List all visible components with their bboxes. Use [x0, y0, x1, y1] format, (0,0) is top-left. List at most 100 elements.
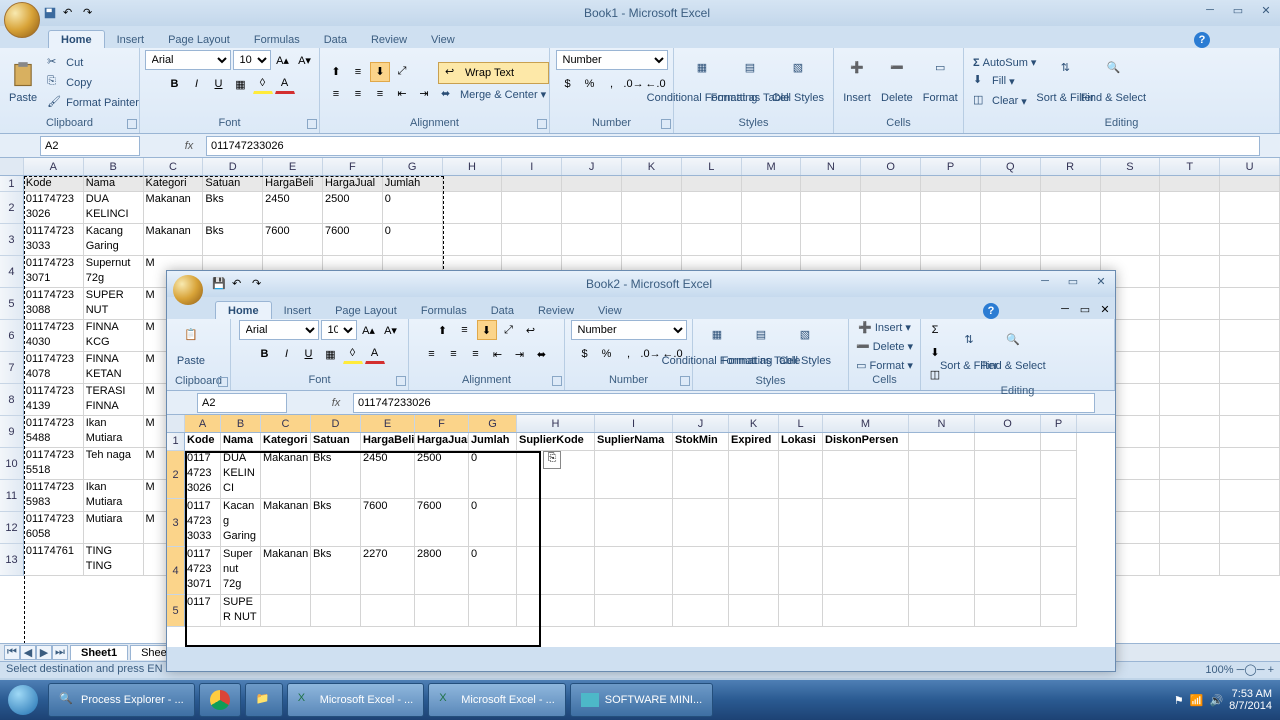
cell[interactable] [1160, 176, 1220, 192]
col-header[interactable]: O [861, 158, 921, 175]
fillcolor-2[interactable]: ◊ [343, 344, 363, 364]
tab-formulas-2[interactable]: Formulas [409, 302, 479, 319]
cell[interactable]: HargaBeli [361, 433, 415, 451]
cell[interactable]: 01174723 6058 [24, 512, 84, 544]
underline-2[interactable]: U [299, 344, 319, 364]
taskbar-item-excel-1[interactable]: XMicrosoft Excel - ... [287, 683, 425, 717]
maximize-button[interactable]: ▭ [1224, 4, 1252, 22]
clear-button[interactable]: ◫Clear ▾ [970, 92, 1039, 110]
cell[interactable]: Makanan [261, 499, 311, 547]
cell[interactable] [502, 176, 562, 192]
cell[interactable] [1101, 192, 1161, 224]
taskbar-item-chrome[interactable] [199, 683, 241, 717]
cell[interactable] [1220, 384, 1280, 416]
cell[interactable] [562, 224, 622, 256]
sheet-nav-next[interactable]: ▶ [36, 645, 52, 660]
tray-volume-icon[interactable]: 🔊 [1209, 694, 1223, 707]
shrink-font-icon[interactable]: A▾ [295, 50, 315, 70]
col-header[interactable]: C [144, 158, 204, 175]
cell[interactable] [921, 224, 981, 256]
cell[interactable]: 0117 4723 3026 [185, 451, 221, 499]
find-select-button[interactable]: 🔍Find & Select [1091, 51, 1135, 115]
tab-page-layout[interactable]: Page Layout [156, 31, 242, 48]
office-button-2[interactable] [173, 275, 203, 305]
row-header[interactable]: 5 [167, 595, 185, 627]
cell[interactable]: DiskonPersen [823, 433, 909, 451]
row-header[interactable]: 1 [0, 176, 24, 192]
font-dialog-launcher[interactable] [307, 119, 317, 129]
cell[interactable] [595, 547, 673, 595]
borders-2[interactable]: ▦ [321, 344, 341, 364]
cell[interactable] [921, 192, 981, 224]
col-header[interactable]: J [673, 415, 729, 432]
tab-review-2[interactable]: Review [526, 302, 586, 319]
qat-save-icon[interactable] [42, 5, 58, 21]
row-header[interactable]: 6 [0, 320, 24, 352]
cell[interactable]: SuplierNama [595, 433, 673, 451]
col-header[interactable]: M [823, 415, 909, 432]
help-icon[interactable]: ? [1194, 32, 1210, 48]
cell[interactable]: 2450 [263, 192, 323, 224]
cell[interactable] [909, 499, 975, 547]
col-header[interactable]: G [383, 158, 443, 175]
cell[interactable] [1041, 499, 1077, 547]
cell[interactable]: HargaJual [415, 433, 469, 451]
cut-button[interactable]: ✂Cut [44, 54, 142, 72]
cell[interactable] [909, 547, 975, 595]
cell[interactable]: FINNA KCG HIJAU [84, 320, 144, 352]
tray-network-icon[interactable]: 📶 [1190, 694, 1204, 707]
fill-color-button[interactable]: ◊ [253, 74, 273, 94]
row-header[interactable]: 9 [0, 416, 24, 448]
tab-formulas[interactable]: Formulas [242, 31, 312, 48]
cell[interactable] [779, 595, 823, 627]
font-name-select-2[interactable]: Arial [239, 320, 319, 340]
cell[interactable]: Bks [203, 224, 263, 256]
cell[interactable]: Ikan Mutiara [84, 480, 144, 512]
cell[interactable]: Kacan g Garing [221, 499, 261, 547]
row-header[interactable]: 3 [0, 224, 24, 256]
borders-button[interactable]: ▦ [231, 74, 251, 94]
cell[interactable] [502, 224, 562, 256]
cell[interactable]: 2450 [361, 451, 415, 499]
italic-button[interactable]: I [187, 74, 207, 94]
cell[interactable] [729, 595, 779, 627]
wrap-text-2[interactable]: ↩ [521, 320, 541, 340]
cell[interactable] [779, 547, 823, 595]
cell[interactable] [1041, 451, 1077, 499]
col-header[interactable]: H [517, 415, 595, 432]
taskbar-item-explorer[interactable]: 📁 [245, 683, 283, 717]
qat-save-icon-2[interactable]: 💾 [211, 276, 227, 292]
autosum-button[interactable]: Σ AutoSum ▾ [970, 55, 1039, 70]
cell[interactable]: Bks [311, 451, 361, 499]
cell[interactable] [1041, 547, 1077, 595]
cell[interactable] [415, 595, 469, 627]
cell[interactable] [1220, 288, 1280, 320]
cell[interactable] [975, 595, 1041, 627]
format-as-table-button[interactable]: ▤Format as Table [728, 51, 772, 115]
qat-undo-icon[interactable]: ↶ [62, 5, 78, 21]
decrease-decimal-icon[interactable]: ←.0 [646, 74, 666, 94]
tab-data[interactable]: Data [312, 31, 359, 48]
grow-font-icon-2[interactable]: A▴ [359, 320, 379, 340]
col-header[interactable]: M [742, 158, 802, 175]
sheet-nav-first[interactable]: ⏮ [4, 645, 20, 660]
cell[interactable]: Nama [221, 433, 261, 451]
fx-icon-2[interactable]: fx [327, 397, 345, 409]
cell[interactable] [1160, 288, 1220, 320]
cell[interactable]: 0117 4723 3033 [185, 499, 221, 547]
col-header[interactable]: B [221, 415, 261, 432]
cell[interactable]: HargaBeli [263, 176, 323, 192]
help-icon-2[interactable]: ? [983, 303, 999, 319]
cell[interactable]: Super nut 72g [221, 547, 261, 595]
grow-font-icon[interactable]: A▴ [273, 50, 293, 70]
cell[interactable]: 2800 [415, 547, 469, 595]
cell[interactable] [801, 192, 861, 224]
cell-styles-button[interactable]: ▧Cell Styles [776, 51, 820, 115]
percent-icon[interactable]: % [580, 74, 600, 94]
align-bottom-icon[interactable]: ⬇ [370, 62, 390, 82]
minimize-button[interactable]: ─ [1196, 4, 1224, 22]
cell[interactable] [1041, 595, 1077, 627]
cell[interactable] [1220, 352, 1280, 384]
cell[interactable] [1160, 320, 1220, 352]
cell[interactable] [742, 192, 802, 224]
